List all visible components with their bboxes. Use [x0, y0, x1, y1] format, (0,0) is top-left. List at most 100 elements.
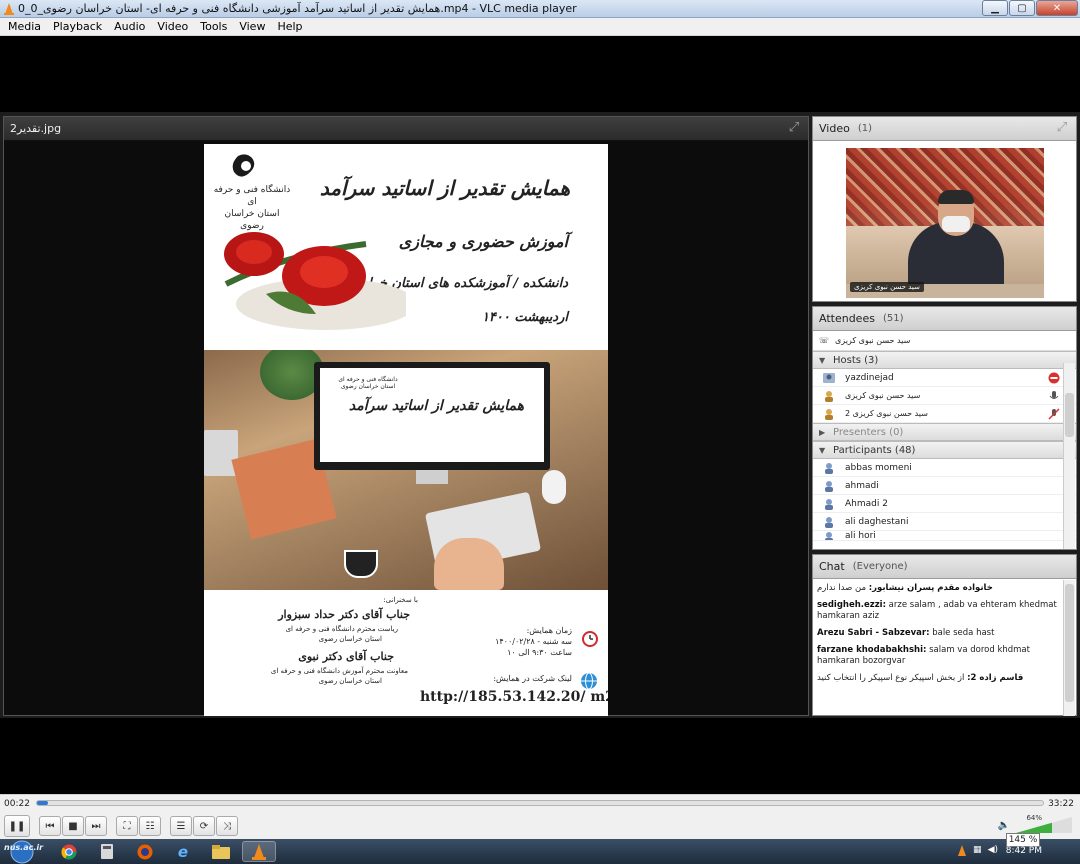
menu-media[interactable]: Media: [2, 20, 47, 33]
equalizer-icon: ☷: [145, 820, 155, 832]
chat-title: Chat: [819, 560, 845, 573]
previous-button[interactable]: ⏮: [39, 816, 61, 836]
chat-message: قاسم زاده 2: از بخش اسپیکر نوع اسپیکر را…: [817, 673, 1024, 683]
fullscreen-icon: ⛶: [123, 820, 131, 832]
firefox-icon: [137, 844, 153, 859]
volume-percent: 64%: [1026, 814, 1042, 822]
chat-messages: خانواده مقدم پسران نیشابور: من صدا ندارم…: [817, 583, 1061, 690]
menu-playback[interactable]: Playback: [47, 20, 108, 33]
fullscreen-icon[interactable]: ⤢: [1054, 121, 1070, 135]
share-pod: تقدیر2.jpg ⤢ دانشگاه فنی و حرفه ای استان…: [3, 116, 809, 716]
hosts-group[interactable]: ▼ Hosts (3): [813, 351, 1076, 369]
extended-settings-button[interactable]: ☷: [139, 816, 161, 836]
attendee-row[interactable]: yazdinejad: [813, 369, 1076, 387]
slide-subtitle: آموزش حضوری و مجازی: [398, 232, 568, 251]
close-button[interactable]: ✕: [1036, 0, 1078, 16]
taskbar-internet-explorer[interactable]: e: [166, 841, 200, 862]
slide-date: اردیبهشت ۱۴۰۰: [481, 310, 568, 325]
total-time: 33:22: [1048, 799, 1074, 809]
chrome-icon: [61, 844, 77, 860]
attendee-row[interactable]: سید حسن نبوی کریزی 2: [813, 405, 1076, 423]
meeting-url: http://185.53.142.20/ m20: [420, 689, 608, 705]
attendee-row[interactable]: ahmadi: [813, 477, 1076, 495]
current-user[interactable]: ☏ سید حسن نبوی کریزی: [813, 331, 1076, 351]
screen-title: همایش تقدیر از اساتید سرآمد: [348, 398, 524, 414]
chat-scrollbar[interactable]: [1063, 580, 1075, 716]
shuffle-button[interactable]: ⤨: [216, 816, 238, 836]
attendee-row[interactable]: abbas momeni: [813, 459, 1076, 477]
pause-icon: ❚❚: [8, 820, 26, 832]
participant-user-icon: [825, 516, 833, 528]
speaker2-province: استان خراسان رضوی: [318, 677, 382, 685]
vlc-cone-icon: [4, 2, 14, 15]
stop-icon: ■: [68, 820, 78, 832]
speakers-label: با سخنرانی:: [383, 596, 418, 604]
network-icon[interactable]: ▦: [973, 845, 982, 857]
speaker1-role: ریاست محترم دانشگاه فنی و حرفه ای: [285, 625, 398, 633]
chat-scope: (Everyone): [852, 561, 908, 572]
maximize-button[interactable]: ▢: [1009, 0, 1035, 16]
chat-message: farzane khodabakhshi: salam va dorod khd…: [817, 645, 1030, 666]
participant-user-icon: [825, 532, 833, 540]
loop-button[interactable]: ⟳: [193, 816, 215, 836]
volume-slider[interactable]: [1016, 817, 1072, 833]
pause-button[interactable]: ❚❚: [4, 815, 30, 837]
taskbar-calculator[interactable]: [90, 841, 124, 862]
time-day: سه شنبه - ۱۴۰۰/۰۲/۲۸: [495, 637, 572, 646]
volume-tray-icon[interactable]: ◀): [988, 845, 998, 857]
calculator-icon: [101, 844, 113, 859]
presenters-group[interactable]: ▶ Presenters (0): [813, 423, 1076, 441]
attendees-title: Attendees: [819, 312, 875, 325]
video-frame[interactable]: تقدیر2.jpg ⤢ دانشگاه فنی و حرفه ای استان…: [0, 112, 1080, 718]
vlc-tray-icon[interactable]: [957, 845, 967, 857]
previous-icon: ⏮: [45, 820, 55, 832]
globe-icon: [581, 672, 597, 690]
window-title: همایش تقدیر از اساتید سرآمد آموزشی دانشگ…: [18, 2, 577, 15]
player-controls: 00:22 33:22 ❚❚ ⏮ ■ ⏭ ⛶ ☷ ☰ ⟳ ⤨ 🔈 64%: [0, 794, 1080, 839]
menu-help[interactable]: Help: [271, 20, 308, 33]
time-hours: ساعت ۹:۳۰ الی ۱۰: [507, 648, 572, 657]
menu-tools[interactable]: Tools: [194, 20, 233, 33]
minimize-button[interactable]: ▁: [982, 0, 1008, 16]
host-user-icon: [823, 372, 835, 383]
folder-icon: [212, 844, 230, 859]
share-pod-header: تقدیر2.jpg ⤢: [4, 117, 808, 141]
taskbar-vlc[interactable]: [242, 841, 276, 862]
desk-photo: دانشگاه فنی و حرفه ای استان خراسان رضوی …: [204, 350, 608, 590]
chevron-down-icon: ▼: [819, 355, 826, 365]
participant-user-icon: [825, 462, 833, 474]
speaker-icon[interactable]: 🔈: [998, 820, 1010, 831]
attendees-scrollbar[interactable]: [1063, 363, 1075, 549]
attendee-row[interactable]: Ahmadi 2: [813, 495, 1076, 513]
menu-view[interactable]: View: [233, 20, 271, 33]
menu-video[interactable]: Video: [151, 20, 194, 33]
attendee-row[interactable]: سید حسن نبوی کریزی: [813, 387, 1076, 405]
stop-button[interactable]: ■: [62, 816, 84, 836]
video-count: (1): [857, 123, 872, 134]
video-pod: Video (1) ⤢ سید حسن نبوی کریزی: [812, 116, 1077, 302]
screen-logo-text: دانشگاه فنی و حرفه ای استان خراسان رضوی: [338, 376, 398, 390]
seek-bar[interactable]: [36, 800, 1044, 806]
slide-image: دانشگاه فنی و حرفه ای استان خراسان رضوی …: [204, 144, 608, 716]
microphone-icon: [1049, 391, 1059, 399]
next-button[interactable]: ⏭: [85, 816, 107, 836]
playlist-button[interactable]: ☰: [170, 816, 192, 836]
taskbar-firefox[interactable]: [128, 841, 162, 862]
taskbar-explorer[interactable]: [204, 841, 238, 862]
participants-group[interactable]: ▼ Participants (48): [813, 441, 1076, 459]
attendee-row[interactable]: ali daghestani: [813, 513, 1076, 531]
internet-explorer-icon: e: [177, 842, 189, 861]
menu-audio[interactable]: Audio: [108, 20, 151, 33]
current-time: 00:22: [4, 799, 30, 809]
fullscreen-button[interactable]: ⛶: [116, 816, 138, 836]
volume-control[interactable]: 🔈 64%: [998, 814, 1072, 833]
presenter-name-tag: سید حسن نبوی کریزی: [850, 282, 924, 292]
taskbar-chrome[interactable]: [52, 841, 86, 862]
presenter-user-icon: [825, 408, 833, 420]
fullscreen-icon[interactable]: ⤢: [786, 121, 802, 135]
window-title-bar[interactable]: همایش تقدیر از اساتید سرآمد آموزشی دانشگ…: [0, 0, 1080, 18]
next-icon: ⏭: [91, 820, 101, 832]
attendee-row[interactable]: ali hori: [813, 531, 1076, 541]
taskbar: nus.ac.ir e ▦ ◀) 145 % 8:42 PM: [0, 833, 1080, 864]
alarm-clock-icon: [582, 631, 598, 647]
